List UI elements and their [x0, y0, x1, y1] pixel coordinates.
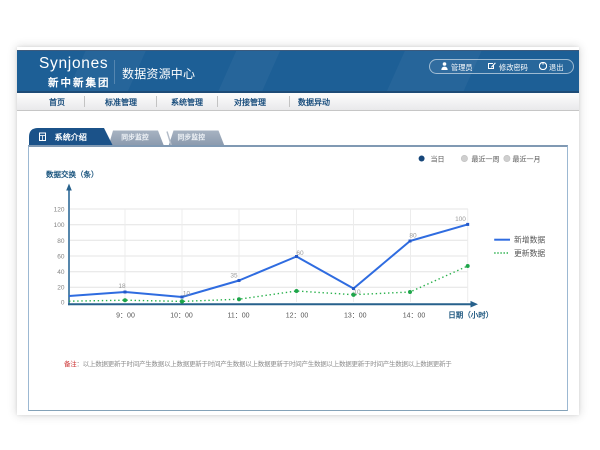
svg-text:11：00: 11：00 [227, 313, 249, 320]
svg-text:同步监控: 同步监控 [178, 133, 206, 142]
svg-text:80: 80 [57, 238, 65, 245]
svg-text:更新数据: 更新数据 [514, 248, 545, 258]
svg-text:35: 35 [230, 273, 238, 280]
svg-text:最近一周: 最近一周 [472, 154, 500, 163]
svg-text:40: 40 [57, 269, 65, 276]
svg-text:120: 120 [54, 207, 65, 214]
svg-text:10：00: 10：00 [170, 313, 193, 320]
svg-text:20: 20 [57, 284, 65, 291]
svg-text:18: 18 [118, 283, 126, 290]
svg-text:系统介绍: 系统介绍 [55, 132, 87, 142]
svg-text:13：00: 13：00 [344, 313, 367, 320]
svg-text:100: 100 [54, 222, 65, 229]
svg-text:100: 100 [455, 216, 466, 223]
svg-text:0: 0 [61, 300, 65, 307]
svg-text:10: 10 [183, 291, 191, 298]
svg-text:当日: 当日 [431, 154, 445, 163]
svg-text:80: 80 [409, 233, 417, 240]
svg-text:同步监控: 同步监控 [121, 133, 149, 142]
svg-text:60: 60 [57, 254, 65, 261]
svg-text:日期（小时）: 日期（小时） [448, 310, 493, 320]
svg-text:9：00: 9：00 [116, 313, 135, 320]
svg-text:14：00: 14：00 [403, 313, 426, 320]
svg-text:数据交换（条）: 数据交换（条） [46, 169, 99, 179]
svg-text:10: 10 [353, 289, 361, 296]
svg-text:12：00: 12：00 [286, 313, 309, 320]
svg-text:最近一月: 最近一月 [513, 154, 541, 163]
svg-text:新增数据: 新增数据 [514, 235, 545, 245]
svg-text:60: 60 [296, 250, 304, 257]
